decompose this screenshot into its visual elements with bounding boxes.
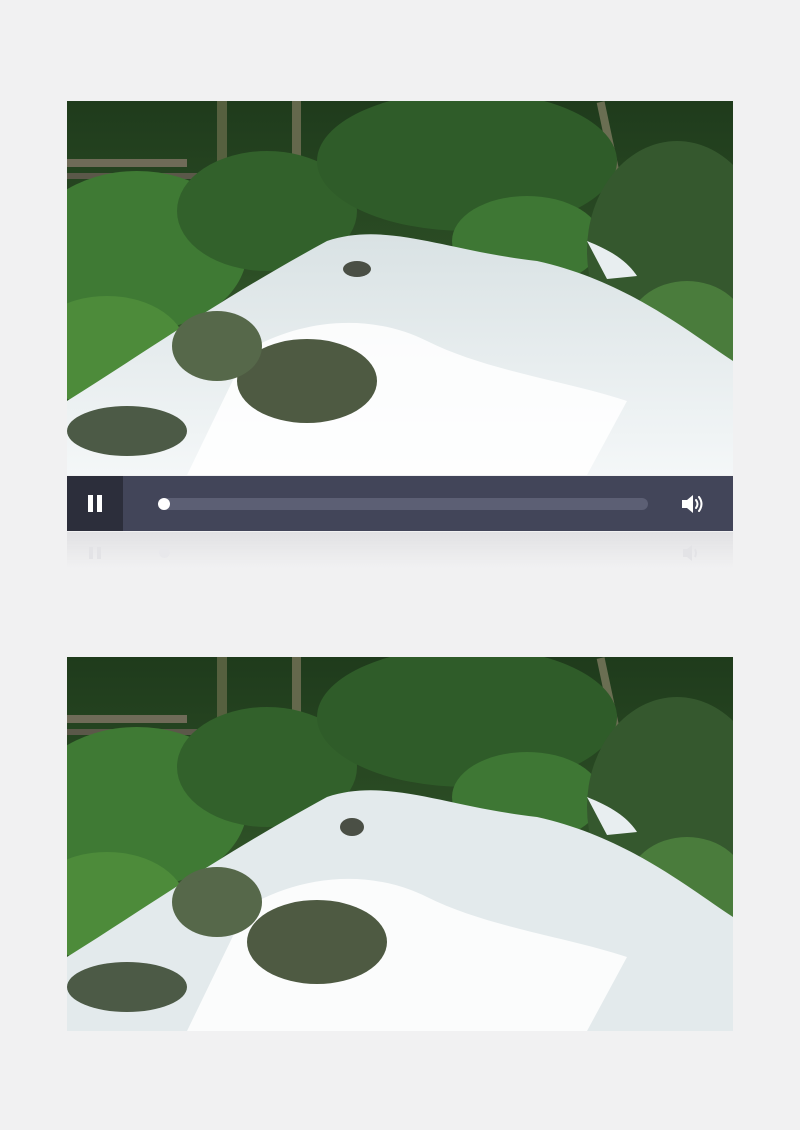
speaker-volume-icon bbox=[682, 495, 703, 513]
progress-thumb[interactable] bbox=[158, 498, 170, 510]
video-preview-frame bbox=[67, 657, 733, 1031]
pause-button[interactable] bbox=[67, 476, 123, 531]
video-control-bar bbox=[67, 476, 733, 531]
video-frame[interactable] bbox=[67, 101, 733, 475]
volume-button[interactable] bbox=[679, 490, 707, 518]
progress-track[interactable] bbox=[158, 498, 648, 510]
pause-icon bbox=[86, 495, 104, 512]
control-bar-reflection bbox=[67, 532, 733, 568]
video-still-stream-preview bbox=[67, 657, 733, 1031]
video-still-stream bbox=[67, 101, 733, 475]
